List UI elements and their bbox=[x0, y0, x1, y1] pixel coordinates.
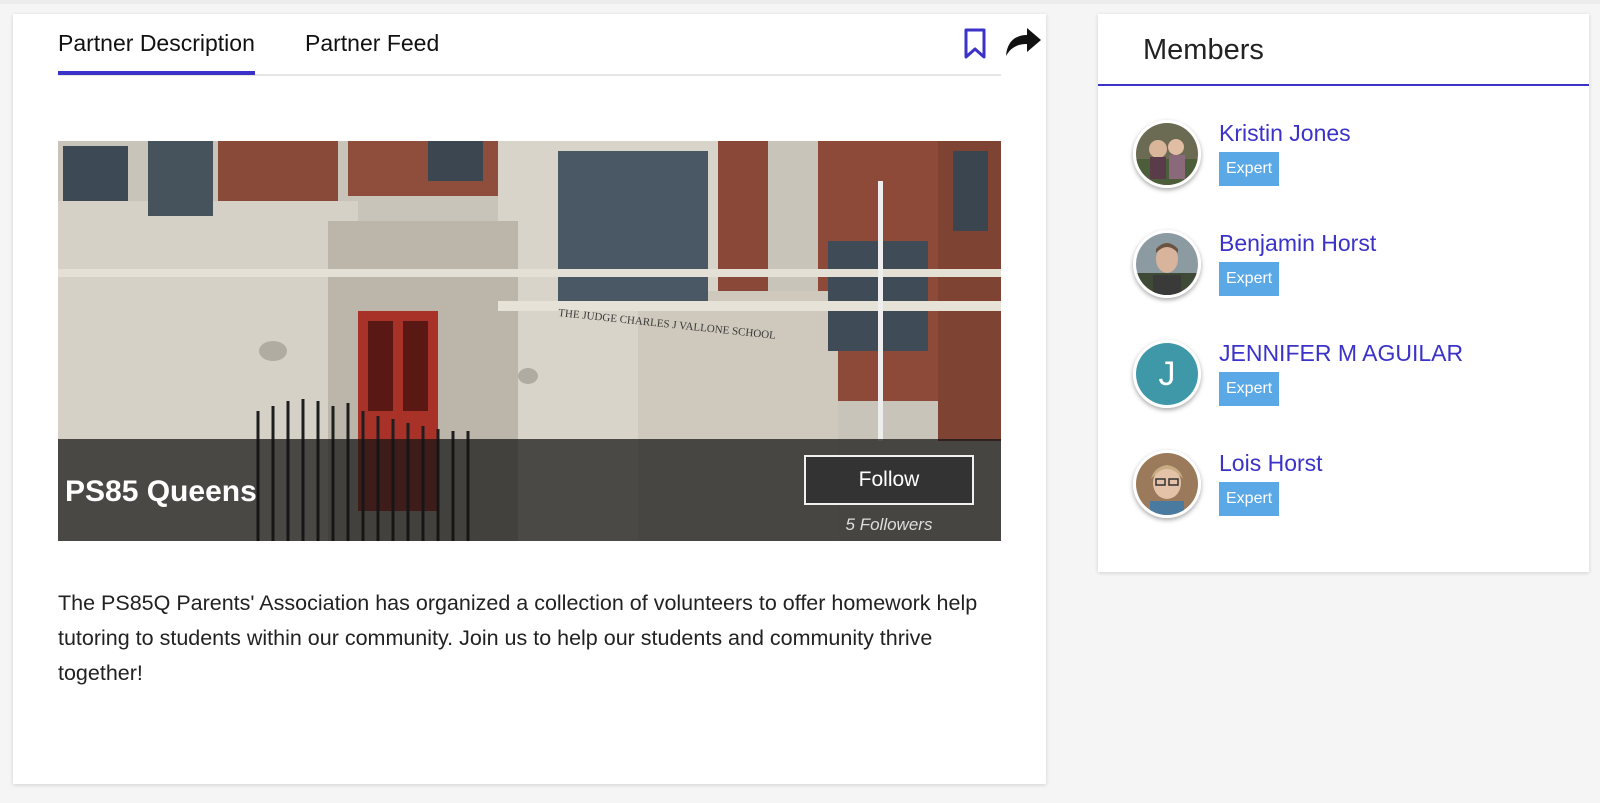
tab-partner-feed[interactable]: Partner Feed bbox=[305, 30, 439, 71]
members-title: Members bbox=[1143, 34, 1264, 66]
top-strip bbox=[0, 0, 1600, 4]
partner-tabs: Partner Description Partner Feed bbox=[58, 14, 1041, 76]
avatar[interactable] bbox=[1133, 230, 1201, 298]
share-arrow-icon[interactable] bbox=[1005, 28, 1041, 58]
bookmark-icon[interactable] bbox=[963, 28, 987, 60]
member-name[interactable]: Benjamin Horst bbox=[1219, 230, 1376, 257]
expert-badge: Expert bbox=[1219, 482, 1280, 516]
member-item: Lois Horst Expert bbox=[1133, 450, 1573, 530]
avatar[interactable]: J bbox=[1133, 340, 1201, 408]
member-item: Kristin Jones Expert bbox=[1133, 120, 1573, 200]
member-name[interactable]: JENNIFER M AGUILAR bbox=[1219, 340, 1463, 367]
members-panel: Members Kristin Jones Expert Benjamin Ho… bbox=[1098, 14, 1589, 572]
avatar-initial: J bbox=[1136, 343, 1198, 405]
expert-badge: Expert bbox=[1219, 262, 1280, 296]
expert-badge: Expert bbox=[1219, 152, 1280, 186]
avatar[interactable] bbox=[1133, 120, 1201, 188]
tab-partner-description[interactable]: Partner Description bbox=[58, 30, 255, 75]
member-item: Benjamin Horst Expert bbox=[1133, 230, 1573, 310]
partner-name: PS85 Queens bbox=[65, 475, 257, 508]
hero-caption-bar: PS85 Queens Follow 5 Followers bbox=[58, 439, 1001, 541]
avatar[interactable] bbox=[1133, 450, 1201, 518]
partner-card: Partner Description Partner Feed THE JUD… bbox=[13, 14, 1046, 784]
member-item: J JENNIFER M AGUILAR Expert bbox=[1133, 340, 1573, 420]
followers-count: 5 Followers bbox=[845, 515, 933, 534]
member-name[interactable]: Lois Horst bbox=[1219, 450, 1323, 477]
partner-hero-image: THE JUDGE CHARLES J VALLONE SCHOOL PS85 … bbox=[58, 141, 1001, 541]
partner-description-text: The PS85Q Parents' Association has organ… bbox=[58, 591, 978, 685]
expert-badge: Expert bbox=[1219, 372, 1280, 406]
member-name[interactable]: Kristin Jones bbox=[1219, 120, 1351, 147]
members-divider bbox=[1098, 84, 1589, 86]
follow-button[interactable]: Follow bbox=[804, 455, 974, 505]
